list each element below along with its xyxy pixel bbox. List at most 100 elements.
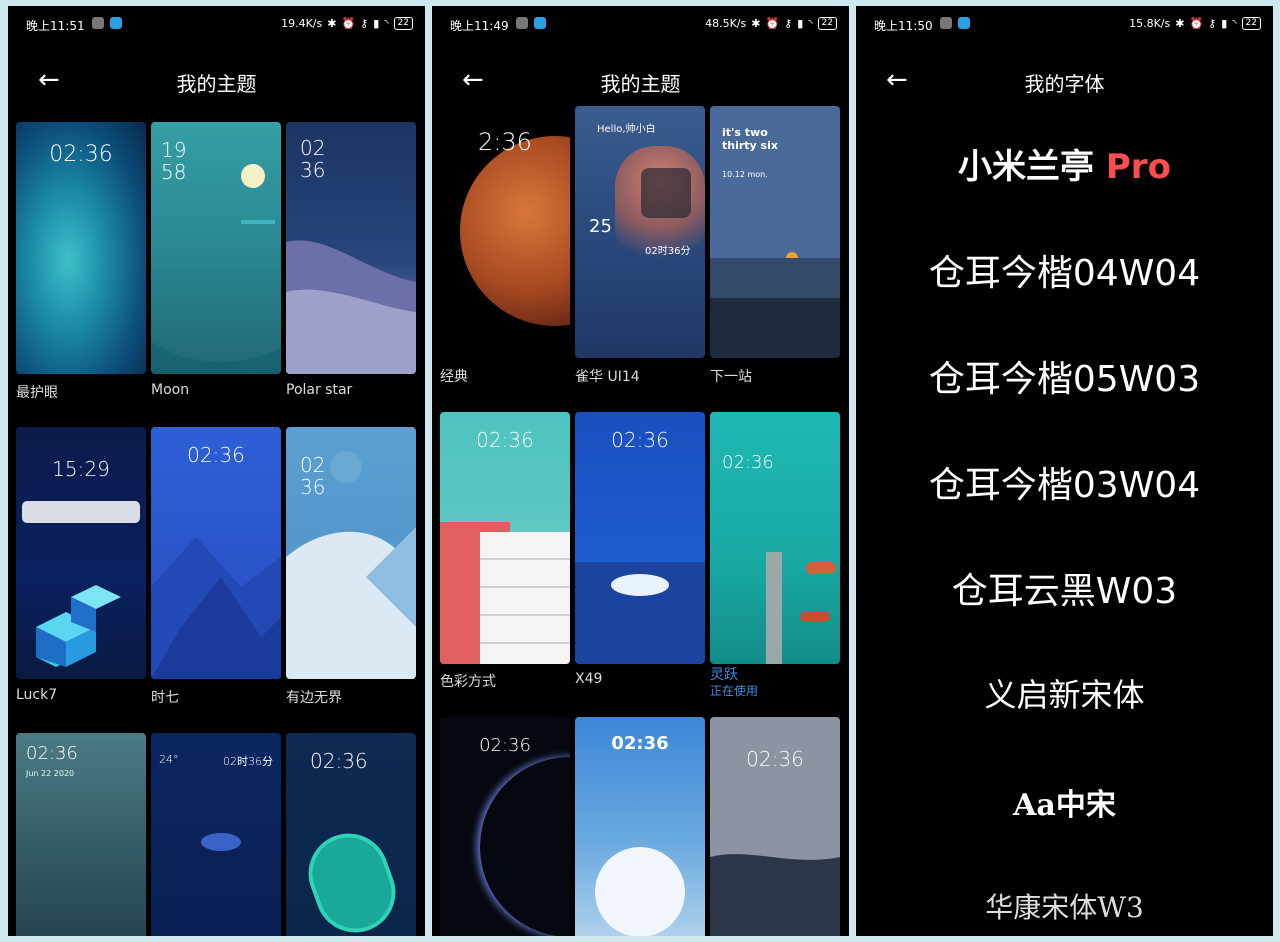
horizon-glow bbox=[595, 847, 685, 936]
theme-clock: 02:36 bbox=[49, 142, 113, 167]
theme-name: 灵跃 bbox=[710, 667, 738, 683]
font-item-canger-jinkai-04w04[interactable]: 仓耳今楷04W04 bbox=[856, 244, 1273, 296]
font-item-canger-jinkai-05w03[interactable]: 仓耳今楷05W03 bbox=[856, 350, 1273, 402]
theme-clock: 02:36 bbox=[611, 428, 669, 452]
theme-clock: 02:36 bbox=[310, 749, 368, 773]
network-speed: 19.4K/s bbox=[281, 17, 323, 30]
theme-clock: 15:29 bbox=[52, 457, 110, 481]
theme-card-shiqi[interactable]: 02:36 bbox=[151, 427, 281, 679]
alarm-icon: ⏰ bbox=[1189, 16, 1204, 30]
font-item-huakang-songti-w3[interactable]: 华康宋体W3 bbox=[856, 886, 1273, 926]
theme-card-sky-blue[interactable]: 02:36 bbox=[575, 717, 705, 936]
font-name: 小米兰亭 bbox=[958, 147, 1095, 187]
boat-shape bbox=[800, 612, 830, 622]
signal-icon: ▮ bbox=[373, 16, 380, 30]
theme-date: Jun 22 2020 bbox=[26, 769, 75, 778]
theme-clock: 02时36分 bbox=[645, 246, 691, 257]
bluetooth-icon: ✱ bbox=[751, 16, 761, 30]
signal-icon: ▮ bbox=[797, 16, 804, 30]
pier-shape bbox=[766, 552, 782, 664]
alarm-icon: ⏰ bbox=[765, 16, 780, 30]
date-number: 25 bbox=[589, 216, 612, 237]
theme-card-foggy[interactable]: 02:36 Jun 22 2020 bbox=[16, 733, 146, 936]
key-icon: ⚷ bbox=[1208, 16, 1217, 30]
theme-card-grey-mountain[interactable]: 02:36 bbox=[710, 717, 840, 936]
page-title: 我的主题 bbox=[600, 72, 681, 96]
telegram-icon bbox=[110, 17, 122, 29]
clock-widget bbox=[641, 168, 691, 218]
battery-icon: 22 bbox=[817, 17, 837, 30]
theme-card-xiayizhan[interactable]: it's two thirty six 10.12 mon. bbox=[710, 106, 840, 358]
theme-name: X49 bbox=[575, 671, 603, 687]
font-item-canger-yunhei-w03[interactable]: 仓耳云黑W03 bbox=[856, 562, 1273, 614]
font-item-yiqi-xinsong[interactable]: 义启新宋体 bbox=[856, 670, 1273, 716]
theme-card-moon[interactable]: 19 58 bbox=[151, 122, 281, 374]
page-title: 我的字体 bbox=[1024, 72, 1105, 96]
page-title: 我的主题 bbox=[176, 72, 257, 96]
theme-card-x49[interactable]: 02:36 bbox=[575, 412, 705, 664]
theme-card-zuihuyan[interactable]: 02:36 bbox=[16, 122, 146, 374]
network-speed: 15.8K/s bbox=[1129, 17, 1171, 30]
theme-name: 最护眼 bbox=[16, 385, 58, 401]
moon-shape bbox=[241, 164, 265, 188]
theme-clock: 02:36 bbox=[479, 735, 531, 756]
font-suffix: Pro bbox=[1105, 147, 1171, 187]
theme-name: Moon bbox=[151, 382, 190, 398]
theme-card-dark-planet[interactable]: 02:36 bbox=[440, 717, 570, 936]
network-speed: 48.5K/s bbox=[705, 17, 747, 30]
theme-clock-minute: 36 bbox=[300, 158, 326, 182]
theme-name: 雀华 UI14 bbox=[575, 369, 640, 385]
theme-text: it's two thirty six bbox=[722, 126, 778, 152]
bluetooth-icon: ✱ bbox=[327, 16, 337, 30]
boat-shape bbox=[806, 562, 836, 574]
theme-card-youbianwujie[interactable]: 02 36 bbox=[286, 427, 416, 679]
theme-clock: 02:36 bbox=[476, 428, 534, 452]
font-item-xiaomi-lanting-pro[interactable]: 小米兰亭 Pro bbox=[856, 139, 1273, 188]
notification-card bbox=[22, 501, 140, 523]
theme-card-quehua-ui14[interactable]: Hello,帅小白 25 02时36分 bbox=[575, 106, 705, 358]
mars-planet bbox=[460, 136, 570, 326]
theme-date: 10.12 mon. bbox=[722, 170, 768, 179]
theme-name: Luck7 bbox=[16, 687, 58, 703]
theme-clock-minute: 36 bbox=[300, 475, 326, 499]
header: ← 我的主题 bbox=[432, 56, 849, 106]
app-notification-icon bbox=[516, 17, 528, 29]
theme-status: 正在使用 bbox=[710, 684, 759, 698]
theme-clock-minute: 58 bbox=[161, 160, 187, 184]
theme-card-whale-night[interactable]: 24° 02时36分 bbox=[151, 733, 281, 936]
phone-screen-fonts: 晚上11:50 15.8K/s ✱ ⏰ ⚷ ▮ ◝ 22 ← 我的字体 小米兰亭… bbox=[856, 6, 1273, 936]
theme-card-lingyue[interactable]: 02:36 bbox=[710, 412, 840, 664]
theme-clock: 2:36 bbox=[478, 128, 532, 156]
status-time: 晚上11:51 bbox=[26, 19, 85, 33]
font-item-canger-jinkai-03w04[interactable]: 仓耳今楷03W04 bbox=[856, 456, 1273, 508]
status-time: 晚上11:49 bbox=[450, 19, 509, 33]
header: ← 我的字体 bbox=[856, 56, 1273, 106]
theme-clock-hour: 02 bbox=[300, 453, 326, 477]
theme-name: 时七 bbox=[151, 690, 179, 706]
theme-card-pool[interactable]: 02:36 bbox=[286, 733, 416, 936]
bluetooth-icon: ✱ bbox=[1175, 16, 1185, 30]
theme-card-jingdian[interactable]: 2:36 bbox=[440, 106, 570, 358]
status-bar: 晚上11:49 48.5K/s ✱ ⏰ ⚷ ▮ ◝ 22 bbox=[432, 6, 849, 42]
theme-card-secaifangshi[interactable]: 02:36 bbox=[440, 412, 570, 664]
theme-clock: 02:36 bbox=[26, 743, 78, 764]
font-item-aa-zhongsong[interactable]: Aa中宋 bbox=[856, 780, 1273, 824]
theme-clock: 02:36 bbox=[722, 452, 774, 473]
white-building bbox=[480, 532, 570, 664]
whale-shape bbox=[611, 574, 669, 596]
phone-screen-themes-1: 晚上11:51 19.4K/s ✱ ⏰ ⚷ ▮ ◝ 22 ← 我的主题 02:3… bbox=[8, 6, 425, 936]
telegram-icon bbox=[958, 17, 970, 29]
theme-card-polar-star[interactable]: 02 36 bbox=[286, 122, 416, 374]
pool-shape bbox=[297, 822, 407, 936]
key-icon: ⚷ bbox=[784, 16, 793, 30]
wifi-icon: ◝ bbox=[808, 16, 813, 30]
status-bar: 晚上11:50 15.8K/s ✱ ⏰ ⚷ ▮ ◝ 22 bbox=[856, 6, 1273, 42]
theme-card-luck7[interactable]: 15:29 bbox=[16, 427, 146, 679]
status-bar: 晚上11:51 19.4K/s ✱ ⏰ ⚷ ▮ ◝ 22 bbox=[8, 6, 425, 42]
header: ← 我的主题 bbox=[8, 56, 425, 106]
app-notification-icon bbox=[940, 17, 952, 29]
theme-name: 经典 bbox=[440, 369, 468, 385]
theme-clock: 02:36 bbox=[187, 443, 245, 467]
signal-icon: ▮ bbox=[1221, 16, 1228, 30]
stairs-illustration bbox=[36, 585, 121, 667]
